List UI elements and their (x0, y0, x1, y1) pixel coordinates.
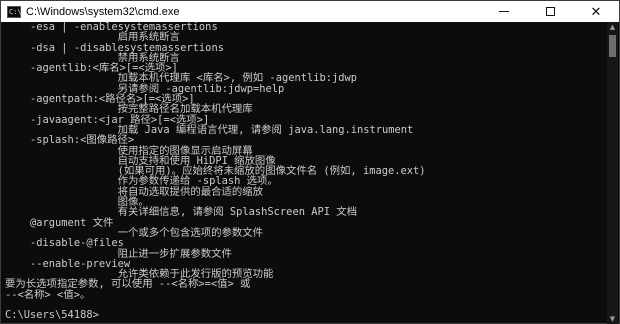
scrollbar-thumb[interactable] (609, 35, 616, 57)
vertical-scrollbar[interactable]: ▲ ▼ (607, 22, 618, 324)
title-bar[interactable]: C:\ C:\Windows\system32\cmd.exe ✕ (1, 1, 619, 22)
console-line: -disable-@files (5, 237, 124, 250)
console-line: C:\Users\54188> (5, 309, 99, 322)
minimize-button[interactable] (481, 1, 527, 22)
window-title: C:\Windows\system32\cmd.exe (26, 5, 180, 18)
maximize-icon (545, 7, 555, 16)
close-icon: ✕ (590, 3, 602, 19)
close-button[interactable]: ✕ (573, 1, 619, 22)
minimize-icon (499, 11, 509, 12)
scroll-down-arrow-icon[interactable]: ▼ (607, 314, 618, 324)
cmd-app-icon: C:\ (7, 5, 22, 18)
cmd-window: C:\ C:\Windows\system32\cmd.exe ✕ -esa |… (0, 0, 620, 324)
console-output[interactable]: -esa | -enablesystemassertions 启用系统断言 -d… (1, 22, 608, 324)
maximize-button[interactable] (527, 1, 573, 22)
scroll-up-arrow-icon[interactable]: ▲ (607, 22, 618, 32)
console-line: 要为长选项指定参数, 可以使用 --<名称>=<值> 或 (5, 278, 251, 291)
console-line: --<名称> <值>。 (5, 288, 91, 301)
